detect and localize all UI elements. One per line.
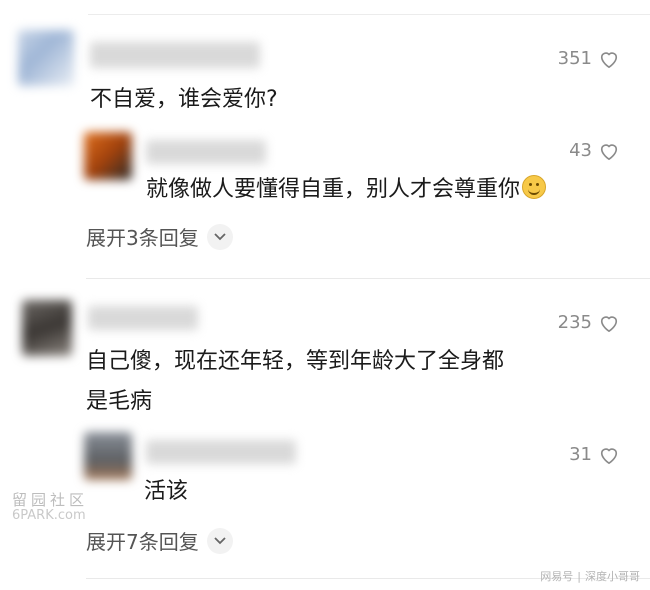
reply-text: 就像做人要懂得自重，别人才会尊重你 — [146, 168, 547, 212]
comment-divider — [86, 278, 650, 279]
like-count: 31 — [569, 444, 592, 465]
chevron-down-icon — [206, 223, 233, 250]
like-count: 43 — [569, 140, 592, 161]
like-button[interactable]: 31 — [569, 444, 620, 465]
watermark-author: 深度小哥哥 — [585, 570, 640, 583]
top-divider — [88, 14, 650, 15]
smile-emoji-icon — [522, 175, 547, 199]
like-button[interactable]: 235 — [558, 312, 620, 333]
reply-text: 活该 — [144, 479, 189, 504]
username-redacted[interactable] — [146, 440, 296, 464]
avatar[interactable] — [84, 132, 132, 180]
avatar[interactable] — [84, 432, 132, 480]
heart-outline-icon — [600, 51, 618, 68]
watermark-separator: | — [577, 569, 581, 583]
comment-text: 不自爱，谁会爱你? — [90, 87, 278, 112]
comment-text-line: 是毛病 — [86, 389, 153, 414]
watermark-title: 留园社区 — [12, 491, 89, 509]
expand-replies-button[interactable]: 展开3条回复 — [86, 222, 233, 251]
watermark-source: 网易号 — [540, 570, 574, 583]
like-button[interactable]: 43 — [569, 140, 620, 161]
heart-outline-icon — [600, 447, 618, 464]
username-redacted[interactable] — [90, 42, 260, 68]
watermark-url: 6PARK.com — [12, 508, 86, 523]
username-redacted[interactable] — [88, 306, 198, 330]
like-count: 235 — [557, 312, 592, 333]
avatar[interactable] — [18, 30, 74, 86]
source-watermark: 网易号 | 深度小哥哥 — [540, 568, 640, 584]
heart-outline-icon — [600, 315, 618, 332]
heart-outline-icon — [600, 143, 618, 160]
site-watermark: 留园社区 6PARK.com — [12, 492, 88, 524]
expand-replies-button[interactable]: 展开7条回复 — [86, 526, 233, 555]
like-button[interactable]: 351 — [558, 48, 620, 69]
comment-text-line: 自己傻，现在还年轻，等到年龄大了全身都 — [86, 349, 505, 374]
avatar[interactable] — [22, 300, 72, 356]
expand-replies-label: 展开3条回复 — [86, 226, 199, 250]
username-redacted[interactable] — [146, 140, 266, 164]
reply-text-content: 就像做人要懂得自重，别人才会尊重你 — [146, 177, 521, 202]
chevron-down-icon — [206, 527, 233, 554]
expand-replies-label: 展开7条回复 — [86, 530, 199, 554]
like-count: 351 — [557, 48, 592, 69]
